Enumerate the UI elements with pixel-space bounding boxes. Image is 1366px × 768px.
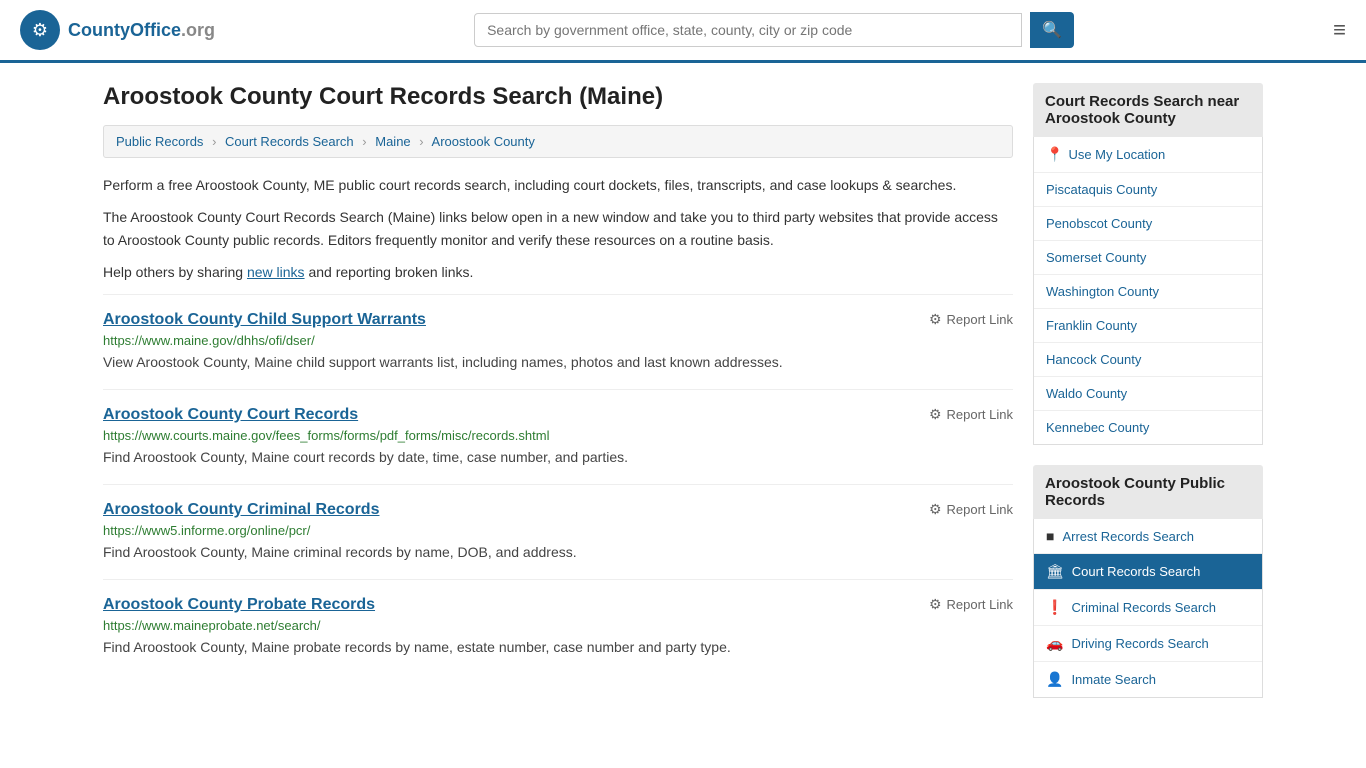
new-links-link[interactable]: new links [247, 264, 305, 280]
pub-records-icon-1: 🏛 [1046, 563, 1064, 580]
breadcrumb-public-records[interactable]: Public Records [116, 134, 203, 149]
record-desc-2: Find Aroostook County, Maine criminal re… [103, 542, 1013, 563]
pub-records-item-4[interactable]: 👤 Inmate Search [1034, 662, 1262, 697]
pub-records-item-0[interactable]: ■ Arrest Records Search [1034, 519, 1262, 554]
record-header-1: Aroostook County Court Records ⚙ Report … [103, 406, 1013, 424]
public-records-list: ■ Arrest Records Search 🏛 Court Records … [1033, 519, 1263, 698]
report-icon-0: ⚙ [929, 311, 942, 328]
menu-button[interactable]: ≡ [1333, 17, 1346, 43]
pub-records-icon-3: 🚗 [1046, 635, 1063, 652]
pin-icon: 📍 [1046, 146, 1063, 163]
breadcrumb-court-records-search[interactable]: Court Records Search [225, 134, 354, 149]
record-title-1[interactable]: Aroostook County Court Records [103, 406, 358, 424]
public-records-header: Aroostook County Public Records [1033, 465, 1263, 519]
record-desc-0: View Aroostook County, Maine child suppo… [103, 352, 1013, 373]
record-header-0: Aroostook County Child Support Warrants … [103, 311, 1013, 329]
record-entry-2: Aroostook County Criminal Records ⚙ Repo… [103, 484, 1013, 579]
record-title-2[interactable]: Aroostook County Criminal Records [103, 501, 379, 519]
nearby-header: Court Records Search near Aroostook Coun… [1033, 83, 1263, 137]
nearby-county-1[interactable]: Penobscot County [1034, 207, 1262, 241]
search-input[interactable] [474, 13, 1022, 47]
report-link-3[interactable]: ⚙ Report Link [929, 596, 1013, 613]
nearby-county-5[interactable]: Hancock County [1034, 343, 1262, 377]
use-location-link[interactable]: Use My Location [1068, 147, 1165, 162]
record-url-2[interactable]: https://www5.informe.org/online/pcr/ [103, 523, 1013, 538]
breadcrumb-maine[interactable]: Maine [375, 134, 410, 149]
report-link-1[interactable]: ⚙ Report Link [929, 406, 1013, 423]
record-desc-3: Find Aroostook County, Maine probate rec… [103, 637, 1013, 658]
nearby-county-7[interactable]: Kennebec County [1034, 411, 1262, 444]
pub-records-link-0[interactable]: Arrest Records Search [1062, 529, 1194, 544]
nearby-county-3[interactable]: Washington County [1034, 275, 1262, 309]
pub-records-icon-2: ❗ [1046, 599, 1063, 616]
pub-records-item-2[interactable]: ❗ Criminal Records Search [1034, 590, 1262, 626]
page-title: Aroostook County Court Records Search (M… [103, 83, 1013, 111]
pub-records-item-3[interactable]: 🚗 Driving Records Search [1034, 626, 1262, 662]
nearby-county-4[interactable]: Franklin County [1034, 309, 1262, 343]
logo-area: ⚙ CountyOffice.org [20, 10, 215, 50]
intro-paragraph-2: The Aroostook County Court Records Searc… [103, 206, 1013, 251]
report-icon-1: ⚙ [929, 406, 942, 423]
records-container: Aroostook County Child Support Warrants … [103, 294, 1013, 674]
nearby-county-link-7[interactable]: Kennebec County [1046, 420, 1149, 435]
intro-paragraph-3: Help others by sharing new links and rep… [103, 261, 1013, 283]
logo-icon: ⚙ [20, 10, 60, 50]
report-icon-3: ⚙ [929, 596, 942, 613]
pub-records-item-1[interactable]: 🏛 Court Records Search [1034, 554, 1262, 590]
site-header: ⚙ CountyOffice.org 🔍 ≡ [0, 0, 1366, 63]
record-desc-1: Find Aroostook County, Maine court recor… [103, 447, 1013, 468]
use-location-item[interactable]: 📍 Use My Location [1034, 137, 1262, 173]
nearby-county-link-0[interactable]: Piscataquis County [1046, 182, 1157, 197]
report-link-0[interactable]: ⚙ Report Link [929, 311, 1013, 328]
record-title-3[interactable]: Aroostook County Probate Records [103, 596, 375, 614]
record-header-2: Aroostook County Criminal Records ⚙ Repo… [103, 501, 1013, 519]
nearby-county-6[interactable]: Waldo County [1034, 377, 1262, 411]
record-title-0[interactable]: Aroostook County Child Support Warrants [103, 311, 426, 329]
pub-records-link-2[interactable]: Criminal Records Search [1071, 600, 1216, 615]
record-entry-1: Aroostook County Court Records ⚙ Report … [103, 389, 1013, 484]
nearby-county-link-5[interactable]: Hancock County [1046, 352, 1141, 367]
nearby-county-link-4[interactable]: Franklin County [1046, 318, 1137, 333]
main-wrapper: Aroostook County Court Records Search (M… [83, 63, 1283, 738]
report-link-2[interactable]: ⚙ Report Link [929, 501, 1013, 518]
nearby-county-link-1[interactable]: Penobscot County [1046, 216, 1152, 231]
pub-records-icon-0: ■ [1046, 528, 1054, 544]
breadcrumb-aroostook-county[interactable]: Aroostook County [432, 134, 535, 149]
logo-text: CountyOffice.org [68, 20, 215, 41]
search-button[interactable]: 🔍 [1030, 12, 1074, 48]
nearby-list: 📍 Use My Location Piscataquis County Peno… [1033, 137, 1263, 445]
nearby-section: Court Records Search near Aroostook Coun… [1033, 83, 1263, 445]
nearby-counties-container: Piscataquis County Penobscot County Somers… [1034, 173, 1262, 444]
content-area: Aroostook County Court Records Search (M… [103, 83, 1013, 718]
intro-paragraph-1: Perform a free Aroostook County, ME publ… [103, 174, 1013, 196]
breadcrumb: Public Records › Court Records Search › … [103, 125, 1013, 158]
pub-records-link-3[interactable]: Driving Records Search [1071, 636, 1208, 651]
record-url-1[interactable]: https://www.courts.maine.gov/fees_forms/… [103, 428, 1013, 443]
public-records-section: Aroostook County Public Records ■ Arrest… [1033, 465, 1263, 698]
nearby-county-link-3[interactable]: Washington County [1046, 284, 1159, 299]
record-header-3: Aroostook County Probate Records ⚙ Repor… [103, 596, 1013, 614]
record-url-3[interactable]: https://www.maineprobate.net/search/ [103, 618, 1013, 633]
pub-records-icon-4: 👤 [1046, 671, 1063, 688]
record-entry-3: Aroostook County Probate Records ⚙ Repor… [103, 579, 1013, 674]
nearby-county-0[interactable]: Piscataquis County [1034, 173, 1262, 207]
sidebar: Court Records Search near Aroostook Coun… [1033, 83, 1263, 718]
record-url-0[interactable]: https://www.maine.gov/dhhs/ofi/dser/ [103, 333, 1013, 348]
report-icon-2: ⚙ [929, 501, 942, 518]
pub-records-link-4[interactable]: Inmate Search [1071, 672, 1156, 687]
nearby-county-2[interactable]: Somerset County [1034, 241, 1262, 275]
nearby-county-link-2[interactable]: Somerset County [1046, 250, 1146, 265]
nearby-county-link-6[interactable]: Waldo County [1046, 386, 1127, 401]
pub-records-link-1[interactable]: Court Records Search [1072, 564, 1201, 579]
search-area: 🔍 [474, 12, 1074, 48]
record-entry-0: Aroostook County Child Support Warrants … [103, 294, 1013, 389]
